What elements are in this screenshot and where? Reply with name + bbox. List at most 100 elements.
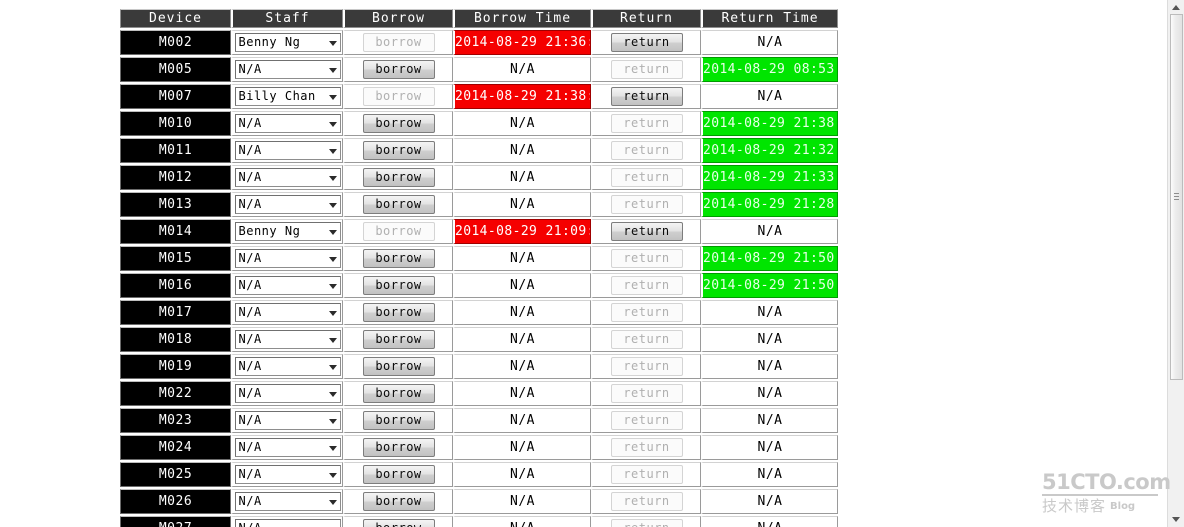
borrow-button[interactable]: borrow [362,249,435,268]
borrow-time-cell: N/A [453,57,591,82]
borrow-button[interactable]: borrow [362,357,435,376]
device-id-cell: M016 [120,273,231,298]
borrow-action-cell: borrow [343,408,453,433]
table-row: M022 N/A borrow N/A return N/A [120,381,838,406]
borrow-button[interactable]: borrow [362,114,435,133]
borrow-button[interactable]: borrow [362,492,435,511]
staff-cell: N/A [231,57,343,82]
device-id-cell: M026 [120,489,231,514]
borrow-action-cell: borrow [343,435,453,460]
borrow-button[interactable]: borrow [362,60,435,79]
return-action-cell: return [591,84,701,109]
staff-select[interactable]: N/A [234,249,341,268]
return-time-cell: N/A [701,300,838,325]
chevron-down-icon [328,364,337,370]
chevron-down-icon [328,175,337,181]
vertical-scrollbar[interactable] [1167,0,1184,527]
return-button: return [610,195,683,214]
borrow-button: borrow [362,33,435,52]
device-id-cell: M002 [120,30,231,55]
borrow-button: borrow [362,222,435,241]
staff-select[interactable]: N/A [234,465,341,484]
borrow-action-cell: borrow [343,273,453,298]
staff-select[interactable]: N/A [234,330,341,349]
borrow-button[interactable]: borrow [362,303,435,322]
device-id-cell: M025 [120,462,231,487]
staff-cell: N/A [231,111,343,136]
return-time-cell: N/A [701,327,838,352]
device-id-cell: M014 [120,219,231,244]
chevron-down-icon [328,472,337,478]
staff-select[interactable]: N/A [234,357,341,376]
borrow-time-cell: N/A [453,516,591,527]
borrow-time-cell: N/A [453,165,591,190]
staff-select[interactable]: Benny Ng [234,222,341,241]
staff-select-value: N/A [238,440,262,454]
return-button[interactable]: return [610,33,683,52]
borrow-time-cell: N/A [453,462,591,487]
table-row: M018 N/A borrow N/A return N/A [120,327,838,352]
table-header: Device Staff Borrow Borrow Time Return R… [120,9,838,28]
borrow-button[interactable]: borrow [362,330,435,349]
table-row: M010 N/A borrow N/A return 2014-08-29 21:38:3… [120,111,838,136]
staff-cell: N/A [231,165,343,190]
staff-select[interactable]: N/A [234,384,341,403]
scroll-down-arrow-icon[interactable] [1168,511,1184,527]
device-id-cell: M005 [120,57,231,82]
return-button: return [610,411,683,430]
return-action-cell: return [591,435,701,460]
device-id-cell: M007 [120,84,231,109]
staff-select[interactable]: N/A [234,114,341,133]
return-action-cell: return [591,354,701,379]
return-button: return [610,303,683,322]
return-action-cell: return [591,30,701,55]
borrow-button[interactable]: borrow [362,519,435,527]
return-action-cell: return [591,165,701,190]
column-header-staff: Staff [231,9,343,28]
return-button[interactable]: return [610,87,683,106]
borrow-button[interactable]: borrow [362,141,435,160]
borrow-button[interactable]: borrow [362,438,435,457]
staff-select[interactable]: N/A [234,411,341,430]
return-time-cell: 2014-08-29 21:38:39 [701,111,838,136]
scrollbar-thumb[interactable] [1170,14,1183,380]
borrow-action-cell: borrow [343,462,453,487]
borrow-action-cell: borrow [343,84,453,109]
staff-select[interactable]: N/A [234,276,341,295]
staff-select[interactable]: N/A [234,60,341,79]
staff-select-value: N/A [238,116,262,130]
staff-select[interactable]: N/A [234,519,341,527]
return-time-cell: 2014-08-29 21:28:07 [701,192,838,217]
return-button[interactable]: return [610,222,683,241]
chevron-down-icon [328,256,337,262]
return-time-cell: N/A [701,462,838,487]
staff-select[interactable]: N/A [234,141,341,160]
staff-cell: Benny Ng [231,219,343,244]
borrow-action-cell: borrow [343,246,453,271]
return-button: return [610,438,683,457]
borrow-time-cell: 2014-08-29 21:38:57 [453,84,591,109]
borrow-button[interactable]: borrow [362,195,435,214]
table-row: M007 Billy Chan borrow 2014-08-29 21:38:57 r… [120,84,838,109]
column-header-borrow: Borrow [343,9,453,28]
staff-select[interactable]: Billy Chan [234,87,341,106]
return-time-cell: N/A [701,30,838,55]
return-time-cell: N/A [701,516,838,527]
borrow-button[interactable]: borrow [362,411,435,430]
borrow-button[interactable]: borrow [362,384,435,403]
staff-select[interactable]: N/A [234,303,341,322]
borrow-action-cell: borrow [343,192,453,217]
device-id-cell: M017 [120,300,231,325]
chevron-down-icon [328,391,337,397]
staff-select[interactable]: N/A [234,195,341,214]
borrow-button[interactable]: borrow [362,465,435,484]
staff-select-value: N/A [239,521,262,527]
staff-select[interactable]: N/A [234,438,341,457]
borrow-button[interactable]: borrow [362,276,435,295]
borrow-button[interactable]: borrow [362,168,435,187]
staff-select-value: N/A [238,143,262,157]
table-row: M015 N/A borrow N/A return 2014-08-29 21:50:3… [120,246,838,271]
staff-select[interactable]: Benny Ng [234,33,341,52]
staff-select[interactable]: N/A [234,168,341,187]
staff-select[interactable]: N/A [234,492,341,511]
